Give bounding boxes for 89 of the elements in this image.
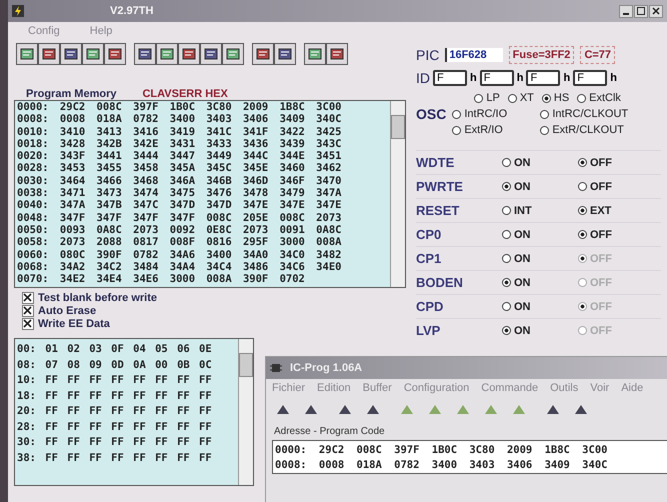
menu-item[interactable]: Fichier [272,382,306,394]
hex-row-text: 08: 07 08 09 0D 0A 00 0B 0C [16,358,213,372]
window-title: V2.97TH [110,5,154,17]
radio-label: ON [514,180,530,192]
radio-label: ON [514,156,530,168]
hex-row-text: 0008: 0008 018A 0782 3400 3403 3406 3409 340C [274,458,608,473]
checkbox-label: Auto Erase [38,305,96,317]
hex-row-text: 0060: 080C 390F 0782 34A6 3400 34A0 34C0 3482 [16,248,342,261]
hex-row-text: 0010: 3410 3413 3416 3419 341C 341F 3422 3425 [16,126,342,138]
input-field[interactable]: F [526,70,560,86]
input-field[interactable]: F [433,70,467,86]
id-label: ID [416,70,430,86]
radio-label: ON [514,276,530,288]
hex-row-text: 30: FF FF FF FF FF FF FF FF [16,435,213,450]
menu-item[interactable]: Configuration [404,382,470,394]
hex-row-text: 0058: 2073 2088 0817 008F 0816 295F 3000 008A [16,236,342,249]
checkbox-label: Write EE Data [38,318,110,330]
fuse-name: CP0 [416,227,442,242]
hex-suffix: h [516,72,524,84]
menu-item[interactable]: Buffer [362,382,392,394]
radio-label: ON [514,228,530,240]
radio-label: ExtR/CLKOUT [552,124,624,136]
checkbox-label: Test blank before write [38,292,157,304]
hex-row-text: 0038: 3471 3473 3474 3475 3476 3478 3479 347A [16,187,342,200]
radio-label: INT [514,204,532,216]
radio-label: OFF [590,252,612,264]
radio-label: OFF [590,300,612,312]
hex-row-text: 18: FF FF FF FF FF FF FF FF [16,388,213,404]
fuse-name: CP1 [416,251,442,266]
radio-label: OFF [590,156,612,168]
window-title: IC-Prog 1.06A [290,362,362,374]
radio-label: OFF [590,228,612,240]
menu-item[interactable]: Outils [550,382,578,394]
radio-label: LP [486,92,500,104]
menu-item[interactable]: Aide [621,382,644,394]
input-field[interactable]: F [480,70,514,86]
hex-row-text: 0070: 34E2 34E4 34E6 3000 008A 390F 0702 [16,273,306,286]
hex-suffix: h [470,72,477,84]
menu-item[interactable]: Commande [481,382,538,394]
checksum-value: C=77 [580,46,616,64]
menu-item[interactable]: Config [28,25,60,37]
radio-label: ExtClk [589,92,621,104]
hex-row-text: 38: FF FF FF FF FF FF FF FF [16,450,213,466]
hex-row-text: 0030: 3464 3466 3468 346A 346B 346D 346F 3470 [16,174,342,188]
hex-suffix: h [610,72,617,84]
hex-row-text: 0040: 347A 347B 347C 347D 347D 347E 347E 347E [16,199,342,212]
radio-label: ExtR/IO [464,124,503,136]
hex-row-text: 10: FF FF FF FF FF FF FF FF [16,373,213,388]
radio-label: ON [514,300,530,312]
fuse-name: CPD [416,299,444,314]
radio-label: OFF [590,276,612,288]
radio-label: IntRC/CLKOUT [552,108,628,120]
section-label: Program Memory [26,88,116,100]
fuse-name: RESET [416,203,460,218]
radio-label: ON [514,324,530,336]
menu-item[interactable]: Voir [590,382,610,394]
device-field[interactable]: 16F628 [445,48,503,62]
hex-row-text: 0048: 347F 347F 347F 347F 008C 205E 008C 2073 [16,212,342,224]
hex-row-text: 0018: 3428 342B 342E 3431 3433 3436 3439 343C [16,138,342,150]
osc-label: OSC [416,106,446,122]
hex-row-text: 0068: 34A2 34C2 3484 34A4 34C4 3486 34C6 34E0 [16,260,342,274]
fuse-name: BODEN [416,275,464,290]
menu-item[interactable]: Help [90,25,112,37]
input-field[interactable]: F [573,70,608,86]
radio-label: OFF [590,324,612,336]
radio-label: ON [514,252,530,264]
hex-row-text: 00: 01 02 03 0F 04 05 06 0E [16,342,213,357]
fuse-name: PWRTE [416,179,464,194]
fuse-value: Fuse=3FF2 [508,46,574,64]
hex-row-text: 0028: 3453 3455 3458 345A 345C 345E 3460 3462 [16,162,342,175]
radio-label: HS [554,92,570,104]
hex-row-text: 20: FF FF FF FF FF FF FF FF [16,404,213,419]
radio-label: XT [520,92,534,104]
hex-row-text: 0020: 343F 3441 3444 3447 3449 344C 344E 3451 [16,150,342,162]
hex-row-text: 0050: 0093 0A8C 2073 0092 0E8C 2073 0091 0A8C [16,224,342,236]
hex-row-text: 0000: 29C2 008C 397F 1B0C 3C80 2009 1B8C 3C00 [16,101,342,114]
pic-label: PIC [416,47,440,63]
radio-label: EXT [590,204,612,216]
fuse-name: WDTE [416,155,456,170]
radio-label: OFF [590,180,612,192]
menu-item[interactable]: Edition [317,382,351,394]
file-name: CLAVSERR HEX [142,88,228,100]
fuse-name: LVP [416,323,442,338]
section-label: Adresse - Program Code [273,425,386,439]
hex-row-text: 0000: 29C2 008C 397F 1B0C 3C80 2009 1B8C 3C00 [274,443,608,458]
hex-row-text: 28: FF FF FF FF FF FF FF FF [16,420,213,434]
hex-suffix: h [563,72,570,84]
hex-row-text: 0008: 0008 018A 0782 3400 3403 3406 3409 340C [16,113,342,126]
radio-label: IntRC/IO [464,108,508,120]
